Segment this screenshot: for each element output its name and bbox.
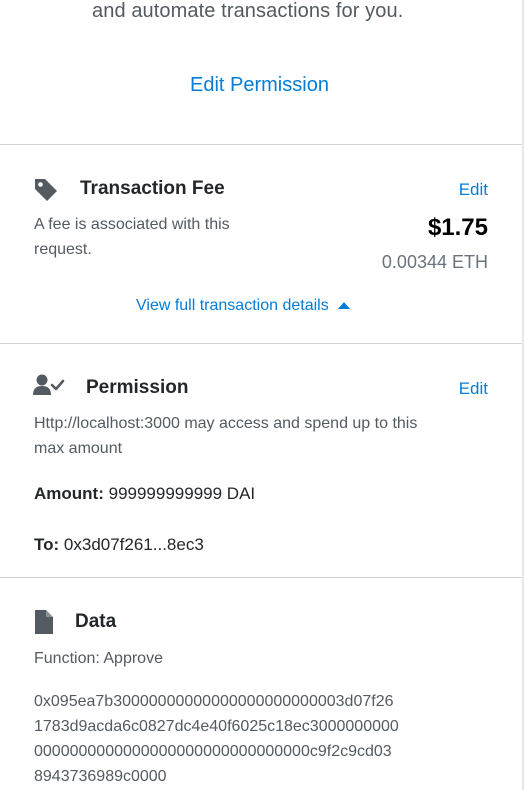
divider — [0, 343, 522, 344]
edit-permission-section-link[interactable]: Edit — [459, 379, 488, 399]
user-check-icon — [33, 373, 65, 402]
transaction-fee-title: Transaction Fee — [80, 178, 225, 199]
fee-eth-amount: 0.00344 ETH — [381, 252, 488, 272]
fee-description-line-2: request. — [34, 241, 92, 258]
edit-permission-link[interactable]: Edit Permission — [190, 74, 329, 97]
amount-value: 999999999999 DAI — [108, 484, 256, 503]
hex-line: 0000000000000000000000000000000c9f2c9cd0… — [34, 743, 392, 760]
amount-row: Amount: 999999999999 DAI — [34, 484, 255, 504]
document-icon — [35, 610, 53, 639]
to-row: To: 0x3d07f261...8ec3 — [34, 535, 204, 555]
view-full-transaction-details-link[interactable]: View full transaction details — [136, 297, 351, 315]
caret-up-icon — [337, 297, 351, 315]
hex-line: 0x095ea7b30000000000000000000000003d07f2… — [34, 693, 394, 710]
hex-line: 1783d9acda6c0827dc4e40f6025c18ec30000000… — [34, 718, 399, 735]
permission-description-tail: and automate transactions for you. — [92, 0, 404, 22]
tag-icon — [33, 177, 59, 206]
permission-description-line-1: Http://localhost:3000 may access and spe… — [34, 415, 418, 432]
view-details-label: View full transaction details — [136, 297, 329, 314]
fee-fiat-amount: $1.75 — [427, 214, 488, 241]
permission-description-line-2: max amount — [34, 440, 123, 457]
divider — [0, 577, 522, 578]
fee-description-line-1: A fee is associated with this — [34, 216, 230, 233]
divider — [0, 144, 522, 145]
to-label: To: — [34, 535, 60, 554]
to-address: 0x3d07f261...8ec3 — [63, 535, 204, 554]
hex-line: 8943736989c0000 — [34, 768, 167, 785]
transaction-hex-data[interactable]: 0x095ea7b30000000000000000000000003d07f2… — [34, 689, 474, 789]
edit-fee-link[interactable]: Edit — [459, 180, 488, 200]
amount-label: Amount: — [34, 484, 104, 503]
data-title: Data — [75, 611, 117, 632]
permission-title: Permission — [86, 377, 189, 398]
function-label: Function: Approve — [34, 650, 163, 667]
